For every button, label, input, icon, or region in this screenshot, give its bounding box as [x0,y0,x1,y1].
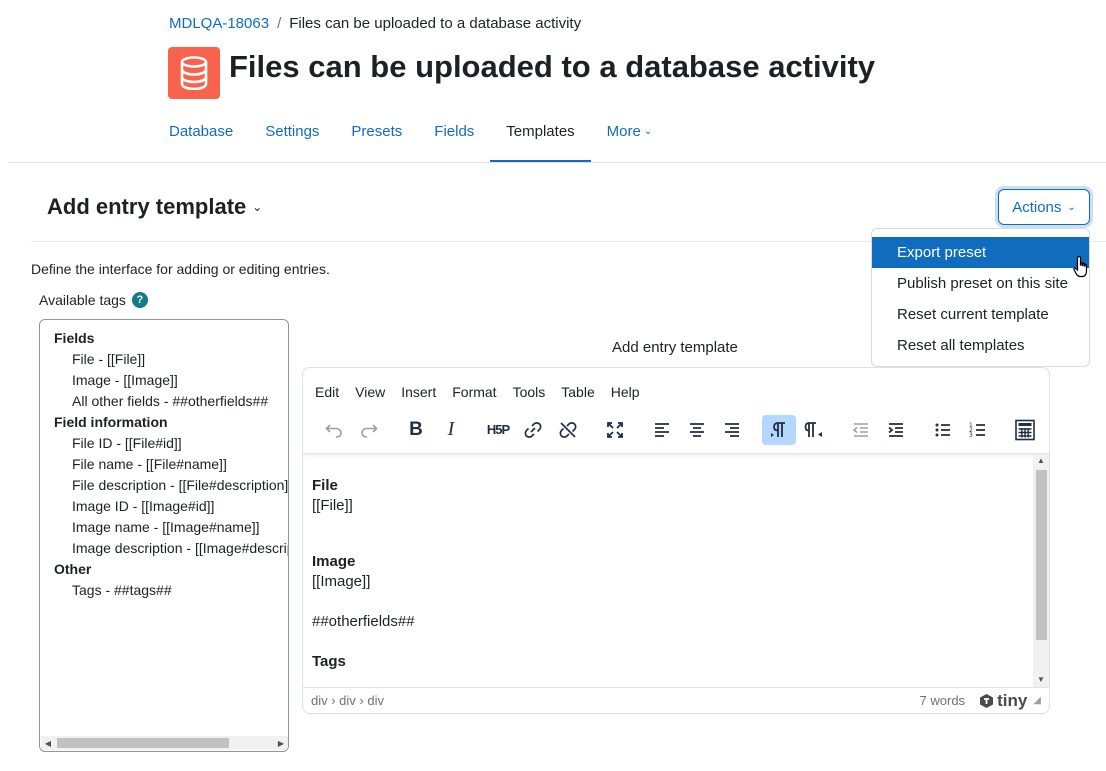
chevron-down-icon: ⌄ [1067,201,1076,213]
content-image-heading: Image [312,553,356,570]
menu-format[interactable]: Format [452,384,496,406]
tags-group-fields: Fields [54,330,95,346]
scroll-up-icon[interactable]: ▲ [1033,454,1049,468]
calculator-icon[interactable] [1008,415,1042,445]
svg-text:3: 3 [969,432,973,439]
tag-item[interactable]: All other fields - ##otherfields## [54,391,288,412]
bold-icon[interactable]: B [399,415,433,445]
actions-button[interactable]: Actions ⌄ [998,189,1090,225]
vertical-scrollbar[interactable]: ▲ ▼ [1033,454,1049,687]
tag-item[interactable]: File - [[File]] [54,349,288,370]
scrollbar-thumb[interactable] [57,738,229,748]
tag-item[interactable]: Image - [[Image]] [54,370,288,391]
available-tags-list[interactable]: Fields File - [[File]] Image - [[Image]]… [39,319,289,752]
tinymce-editor: Edit View Insert Format Tools Table Help… [302,367,1050,714]
actions-menu: Export preset Publish preset on this sit… [871,228,1090,367]
horizontal-scrollbar[interactable]: ◀ ▶ [41,736,288,750]
editor-toolbar: B I H5P 1 2 3 [303,406,1049,454]
ltr-direction-icon[interactable] [762,414,796,445]
bullet-list-icon[interactable] [926,415,960,445]
menu-table[interactable]: Table [561,384,594,406]
unlink-icon[interactable] [551,415,585,445]
tiny-logo-icon [980,693,994,708]
scrollbar-thumb[interactable] [1036,470,1047,640]
content-file-tag: [[File]] [312,497,353,514]
fullscreen-icon[interactable] [598,415,632,445]
content-file-heading: File [312,477,338,494]
editor-label: Add entry template [612,339,738,356]
menu-view[interactable]: View [355,384,385,406]
secondary-navigation: Database Settings Presets Fields Templat… [153,110,668,163]
tab-more[interactable]: More ⌄ [591,110,669,163]
menu-insert[interactable]: Insert [401,384,436,406]
template-selector[interactable]: Add entry template ⌄ [47,194,262,220]
breadcrumb-separator: / [277,15,282,32]
tabs-divider [8,162,1106,163]
tag-item[interactable]: Image description - [[Image#description]… [54,538,288,559]
menu-item-publish-preset[interactable]: Publish preset on this site [872,268,1089,299]
align-left-icon[interactable] [645,415,679,445]
editor-statusbar: div › div › div 7 words tiny ◢ [303,687,1049,713]
breadcrumb-course-link[interactable]: MDLQA-18063 [169,15,269,32]
tab-presets[interactable]: Presets [335,110,418,163]
menu-item-export-preset[interactable]: Export preset [872,237,1089,268]
tags-group-other: Other [54,561,92,577]
tab-database[interactable]: Database [153,110,249,163]
breadcrumb-current: Files can be uploaded to a database acti… [289,15,582,32]
database-icon [168,47,220,99]
available-tags-heading: Available tags ? [39,292,148,308]
editor-menubar: Edit View Insert Format Tools Table Help [303,368,1049,406]
menu-item-reset-current-template[interactable]: Reset current template [872,299,1089,330]
element-path[interactable]: div › div › div [311,693,384,708]
align-center-icon[interactable] [680,415,714,445]
numbered-list-icon[interactable]: 123 [961,415,995,445]
chevron-down-icon: ⌄ [643,126,653,137]
scroll-right-icon[interactable]: ▶ [274,739,288,748]
tag-item[interactable]: File ID - [[File#id]] [54,433,288,454]
menu-tools[interactable]: Tools [513,384,546,406]
hand-pointer-icon [1073,255,1091,283]
page-title: Files can be uploaded to a database acti… [229,49,876,84]
actions-button-label: Actions [1012,198,1062,216]
redo-icon[interactable] [352,415,386,445]
link-icon[interactable] [516,415,550,445]
undo-icon[interactable] [317,415,351,445]
tag-item[interactable]: Image ID - [[Image#id]] [54,496,288,517]
menu-help[interactable]: Help [611,384,640,406]
tiny-logo-label: tiny [997,690,1028,710]
editor-content[interactable]: File [[File]] Image [[Image]] ##otherfie… [303,454,1049,687]
template-description: Define the interface for adding or editi… [31,261,330,277]
content-image-tag: [[Image]] [312,573,371,590]
breadcrumb: MDLQA-18063 / Files can be uploaded to a… [169,15,581,32]
template-selector-label: Add entry template [47,194,247,219]
h5p-icon[interactable]: H5P [481,415,515,445]
align-right-icon[interactable] [715,415,749,445]
rtl-direction-icon[interactable] [797,415,831,445]
indent-icon[interactable] [879,415,913,445]
tiny-logo[interactable]: tiny [979,691,1027,711]
available-tags-label: Available tags [39,292,126,308]
resize-handle-icon[interactable]: ◢ [1033,695,1041,706]
word-count[interactable]: 7 words [920,693,966,708]
content-otherfields-tag: ##otherfields## [312,613,415,630]
content-tags-heading: Tags [312,653,346,670]
help-icon[interactable]: ? [131,292,148,308]
scroll-down-icon[interactable]: ▼ [1033,673,1049,687]
menu-item-reset-all-templates[interactable]: Reset all templates [872,330,1089,361]
scroll-left-icon[interactable]: ◀ [41,739,55,748]
outdent-icon[interactable] [844,415,878,445]
italic-icon[interactable]: I [434,415,468,445]
tab-settings[interactable]: Settings [249,110,335,163]
tab-more-label: More [606,123,641,140]
tags-group-field-information: Field information [54,414,168,430]
tag-item[interactable]: File name - [[File#name]] [54,454,288,475]
chevron-down-icon: ⌄ [252,200,263,214]
tag-item[interactable]: Tags - ##tags## [54,580,288,601]
tag-item[interactable]: File description - [[File#description]] [54,475,288,496]
tab-fields[interactable]: Fields [418,110,490,163]
tab-templates[interactable]: Templates [490,110,591,163]
tag-item[interactable]: Image name - [[Image#name]] [54,517,288,538]
menu-edit[interactable]: Edit [315,384,339,406]
